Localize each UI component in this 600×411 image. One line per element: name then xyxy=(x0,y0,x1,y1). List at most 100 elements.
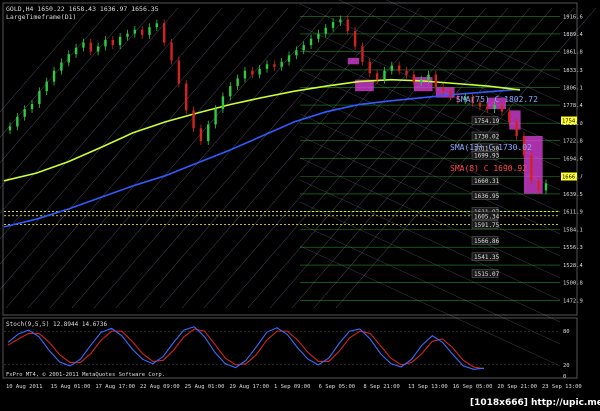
x-tick-label: 15 Aug 01:00 xyxy=(51,384,91,390)
x-tick-label: 20 Sep 21:00 xyxy=(497,384,537,390)
candle-body xyxy=(405,70,408,75)
candle-body xyxy=(52,70,56,82)
candle-body xyxy=(8,126,12,131)
candle-body xyxy=(162,23,166,43)
x-tick-label: 1 Sep 09:00 xyxy=(274,384,310,390)
magenta-box xyxy=(509,110,521,130)
osc-tick-label: 80 xyxy=(563,329,570,335)
level-tag: 1754.19 xyxy=(474,118,500,125)
candle-body xyxy=(60,62,63,71)
level-tag: 1730.02 xyxy=(474,133,500,140)
candle-body xyxy=(317,33,320,39)
candle-body xyxy=(74,47,78,55)
osc-tick-label: 20 xyxy=(563,363,570,369)
candle-body xyxy=(353,31,357,47)
y-tick-label: 1556.3 xyxy=(563,245,583,251)
y-tick-label: 1500.8 xyxy=(563,281,583,287)
candle-body xyxy=(82,42,85,48)
candle-body xyxy=(229,86,232,97)
candle-body xyxy=(537,180,540,191)
candle-body xyxy=(111,40,114,46)
candle-body xyxy=(390,65,394,71)
level-tag: 1541.35 xyxy=(474,254,500,261)
y-tick-label: 1833.3 xyxy=(563,68,583,74)
candle-body xyxy=(243,70,247,79)
candle-body xyxy=(273,64,276,67)
candle-body xyxy=(23,109,26,117)
candle-body xyxy=(207,124,210,142)
candle-body xyxy=(331,22,335,28)
candle-body xyxy=(126,33,129,37)
x-tick-label: 6 Sep 05:00 xyxy=(319,384,355,390)
candle-body xyxy=(449,91,452,97)
candle-body xyxy=(185,83,188,111)
candle-body xyxy=(30,104,34,110)
sma13-annotation: SMA(13) C 1730.02 xyxy=(450,143,532,152)
subtitle: LargeTimeframe(D1) xyxy=(6,13,76,21)
candle-body xyxy=(287,55,291,62)
candle-body xyxy=(192,110,195,129)
candle-body xyxy=(45,81,48,92)
candle-body xyxy=(140,29,144,35)
price-chart[interactable]: 1754.191730.021711.501699.931660.311636.… xyxy=(0,0,600,411)
candle-body xyxy=(346,19,349,32)
candle-body xyxy=(38,91,41,104)
level-tag: 1636.95 xyxy=(474,193,500,200)
candle-body xyxy=(361,46,364,62)
magenta-box xyxy=(347,57,360,65)
price-marker: 1754.19 xyxy=(562,119,585,125)
price-marker: 1666.70 xyxy=(562,175,585,181)
candle-body xyxy=(177,60,181,84)
candle-body xyxy=(16,116,19,127)
candle-body xyxy=(508,111,511,122)
candle-body xyxy=(493,105,496,110)
x-tick-label: 16 Sep 05:00 xyxy=(453,384,493,390)
x-tick-label: 13 Sep 13:00 xyxy=(408,384,448,390)
symbol-line: GOLD,H4 1650.22 1658.43 1636.97 1656.35 xyxy=(6,5,159,13)
y-tick-label: 1806.1 xyxy=(563,85,583,91)
y-tick-label: 1778.4 xyxy=(563,103,584,109)
candle-body xyxy=(148,27,151,35)
candle-body xyxy=(442,87,445,92)
level-tag: 1591.75 xyxy=(474,222,500,229)
x-tick-label: 25 Aug 01:00 xyxy=(185,384,225,390)
candle-body xyxy=(155,23,159,28)
candle-body xyxy=(170,42,173,61)
candle-body xyxy=(375,73,379,80)
candle-body xyxy=(89,42,92,52)
candle-body xyxy=(67,54,70,63)
candle-body xyxy=(515,121,518,136)
candle-body xyxy=(486,106,489,110)
x-tick-label: 17 Aug 17:00 xyxy=(95,384,135,390)
candle-body xyxy=(214,109,217,125)
level-tag: 1660.31 xyxy=(474,178,500,185)
candle-body xyxy=(251,70,254,75)
candle-body xyxy=(265,64,269,69)
candle-body xyxy=(434,74,438,88)
y-tick-label: 1916.6 xyxy=(563,15,583,21)
y-tick-label: 1584.1 xyxy=(563,227,583,233)
level-tag: 1515.07 xyxy=(474,271,500,278)
candle-body xyxy=(427,74,430,80)
candle-body xyxy=(309,38,313,46)
candle-body xyxy=(530,155,533,181)
candle-body xyxy=(133,29,137,34)
candle-body xyxy=(544,183,548,191)
candle-body xyxy=(96,46,100,52)
candle-body xyxy=(368,61,371,74)
candle-body xyxy=(295,50,298,56)
x-tick-label: 23 Sep 13:00 xyxy=(542,384,582,390)
y-tick-label: 1722.8 xyxy=(563,139,583,145)
sma75-annotation: SMA(75) C 1802.72 xyxy=(456,95,538,104)
y-tick-label: 1611.9 xyxy=(563,210,583,216)
level-tag: 1566.86 xyxy=(474,238,500,245)
candle-body xyxy=(302,45,305,51)
candle-body xyxy=(412,74,416,83)
candle-body xyxy=(383,70,386,80)
y-tick-label: 1528.4 xyxy=(563,263,584,269)
candle-body xyxy=(104,40,107,47)
x-tick-label: 8 Sep 21:00 xyxy=(363,384,399,390)
y-tick-label: 1861.8 xyxy=(563,50,583,56)
candle-body xyxy=(118,36,122,46)
watermark: [1018x666] http://upic.me/ xyxy=(470,398,600,408)
